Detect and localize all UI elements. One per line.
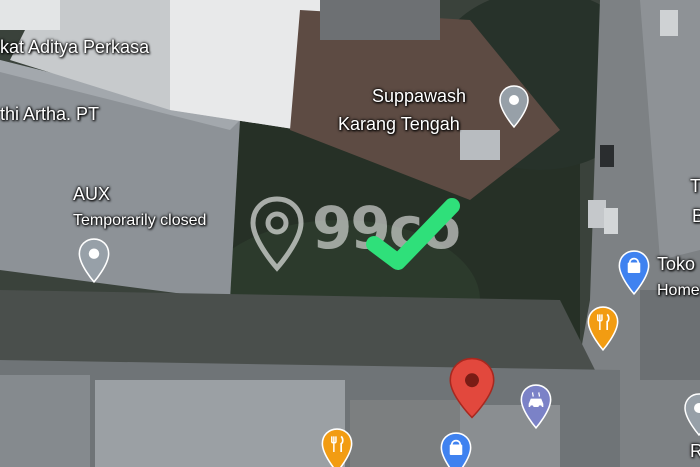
- place-sublabel-toko: Home: [657, 282, 700, 299]
- place-label-edge-r: R: [690, 441, 700, 461]
- fork-knife-icon[interactable]: [587, 306, 619, 352]
- place-label-toko[interactable]: Toko: [657, 253, 695, 275]
- satellite-map[interactable]: kat Aditya Perkasa thi Artha. PT Suppawa…: [0, 0, 700, 467]
- location-pin-icon[interactable]: [78, 238, 110, 284]
- place-label-edge-b: B: [692, 206, 700, 226]
- red-location-pin-icon[interactable]: [448, 357, 496, 419]
- car-wash-icon[interactable]: [520, 384, 552, 430]
- place-status-aux: Temporarily closed: [73, 212, 207, 229]
- shopping-bag-icon[interactable]: [440, 432, 472, 467]
- place-label-suppawash-line1[interactable]: Suppawash: [372, 85, 466, 107]
- location-pin-icon[interactable]: [499, 85, 529, 129]
- place-label-suppawash-line2[interactable]: Karang Tengah: [338, 113, 460, 135]
- place-label-aux[interactable]: AUX: [73, 183, 110, 205]
- place-label-artha[interactable]: thi Artha. PT: [0, 103, 99, 125]
- place-label-edge-t: T: [690, 176, 700, 196]
- 99co-location-logo-icon: [250, 196, 304, 272]
- location-pin-icon[interactable]: [684, 393, 700, 437]
- shopping-bag-icon[interactable]: [618, 250, 650, 296]
- fork-knife-icon[interactable]: [321, 428, 353, 467]
- green-checkmark-icon: [366, 198, 460, 270]
- place-label-aditya-perkasa[interactable]: kat Aditya Perkasa: [0, 36, 149, 58]
